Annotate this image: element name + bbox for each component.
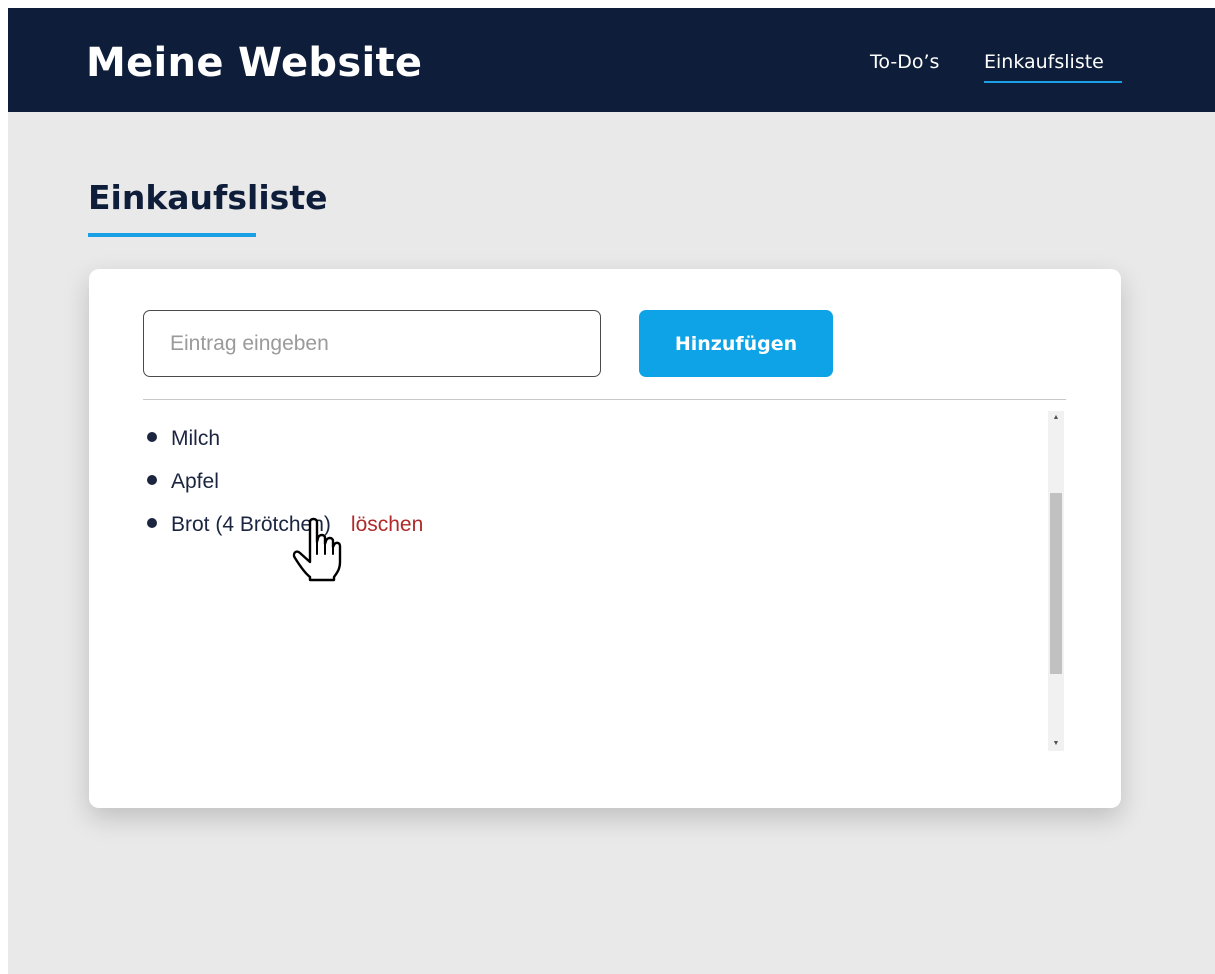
scrollbar-thumb[interactable] — [1050, 493, 1062, 674]
list-item: Apfel — [143, 466, 423, 509]
list-item: Milch — [143, 423, 423, 466]
list-item[interactable]: Brot (4 Brötchen) löschen — [143, 509, 423, 552]
bullet-icon — [147, 432, 157, 443]
site-header: Meine Website To-Do’s Einkaufsliste — [8, 8, 1215, 112]
list-scrollbar[interactable]: ▲ ▼ — [1048, 411, 1064, 751]
page-title-underline — [88, 233, 256, 237]
list-item-label: Apfel — [171, 470, 219, 493]
bullet-icon — [147, 475, 157, 486]
entry-input[interactable] — [143, 310, 601, 377]
shopping-list-card: Hinzufügen Milch Apfel Brot (4 Brötchen)… — [89, 269, 1121, 808]
scroll-down-arrow-icon[interactable]: ▼ — [1048, 737, 1064, 751]
scroll-up-arrow-icon[interactable]: ▲ — [1048, 411, 1064, 425]
list-item-label: Brot (4 Brötchen) — [171, 513, 331, 536]
nav-active-indicator — [984, 81, 1122, 83]
page-title: Einkaufsliste — [88, 178, 328, 217]
bullet-icon — [147, 518, 157, 529]
shopping-list: Milch Apfel Brot (4 Brötchen) löschen — [143, 423, 423, 552]
page-frame: Meine Website To-Do’s Einkaufsliste Eink… — [8, 8, 1215, 974]
nav-link-einkaufsliste[interactable]: Einkaufsliste — [984, 49, 1104, 75]
nav-link-todos[interactable]: To-Do’s — [870, 49, 939, 75]
delete-link[interactable]: löschen — [351, 513, 423, 536]
list-scroll-area[interactable]: Milch Apfel Brot (4 Brötchen) löschen — [143, 400, 1049, 750]
site-title: Meine Website — [86, 40, 423, 86]
add-button[interactable]: Hinzufügen — [639, 310, 833, 377]
list-item-label: Milch — [171, 427, 221, 450]
